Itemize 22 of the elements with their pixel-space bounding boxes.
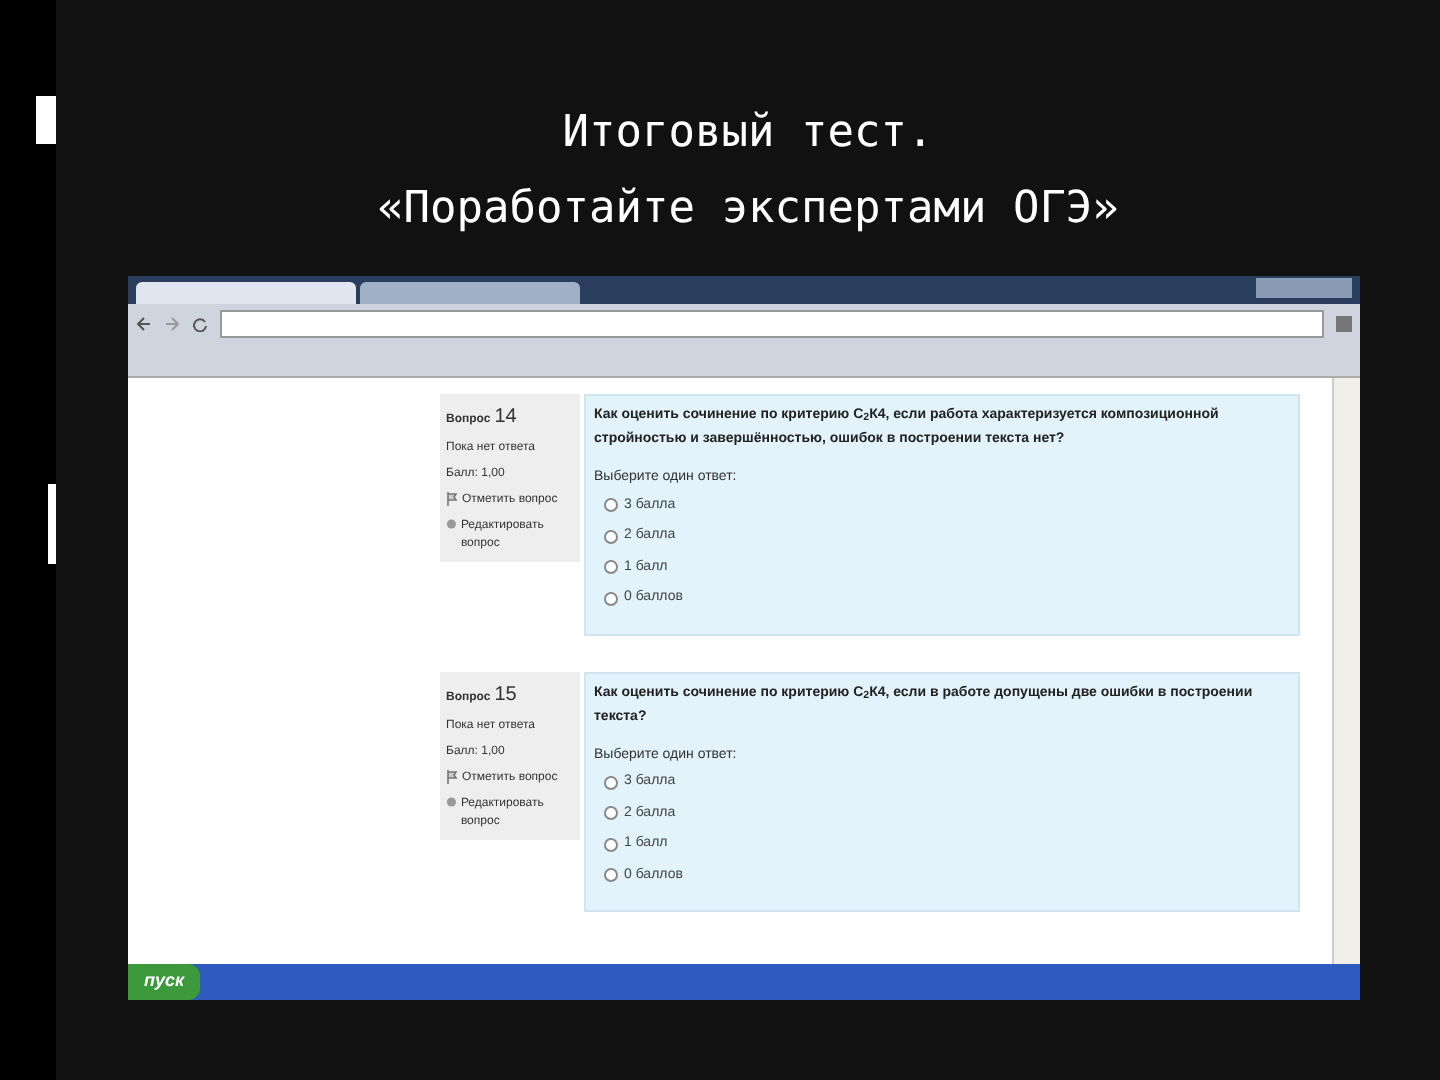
slide-title: Итоговый тест.	[562, 106, 934, 162]
address-field[interactable]	[220, 310, 1324, 338]
reload-icon[interactable]	[192, 316, 208, 332]
slide-title: «Поработайте экспертами ОГЭ»	[377, 182, 1119, 238]
radio-button[interactable]	[604, 837, 618, 852]
radio-button[interactable]	[604, 529, 618, 544]
back-arrow-icon[interactable]	[136, 316, 152, 332]
decorative-bar	[48, 484, 56, 564]
scrollbar[interactable]	[1332, 378, 1360, 964]
decorative-bar	[36, 96, 56, 144]
flag-icon	[446, 492, 458, 506]
radio-button[interactable]	[604, 591, 618, 606]
question-number: 14	[494, 404, 517, 432]
radio-button[interactable]	[604, 806, 618, 821]
forward-arrow-icon[interactable]	[164, 316, 180, 332]
start-button[interactable]: пуск	[128, 964, 201, 1000]
radio-button[interactable]	[604, 775, 618, 790]
question-number: 15	[494, 681, 517, 709]
radio-button[interactable]	[604, 498, 618, 513]
radio-button[interactable]	[604, 560, 618, 575]
flag-icon	[446, 769, 458, 783]
radio-button[interactable]	[604, 868, 618, 883]
